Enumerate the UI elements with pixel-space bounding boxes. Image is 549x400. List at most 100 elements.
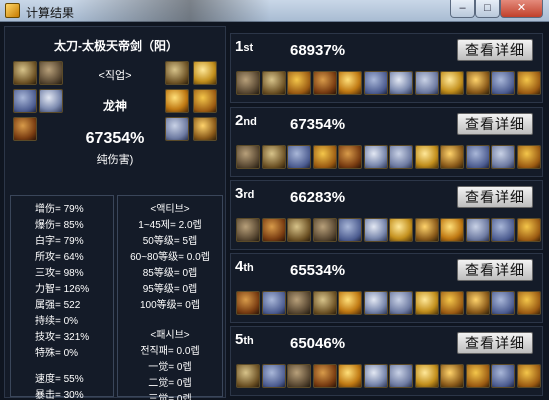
equipment-slot-icon[interactable] [363,218,388,242]
rank-panel-2: 2nd 67354% 查看详细 [230,107,543,177]
equipment-slot-icon[interactable] [312,218,337,242]
rank-equipment-row [236,218,541,244]
equipment-slot-icon[interactable] [516,291,541,315]
equipment-slot-icon[interactable] [440,364,464,388]
equipment-slot-icon[interactable] [414,364,439,388]
equipment-slot-icon[interactable] [516,71,541,95]
equipment-slot-icon[interactable] [389,71,413,95]
equipment-slot-icon[interactable] [261,218,286,242]
rank-panel-1: 1st 68937% 查看详细 [230,33,543,103]
stat-row: 持续= 0% [35,316,79,327]
equipment-slot-icon[interactable] [465,218,490,242]
rank-damage-percent: 67354% [290,116,346,133]
equipment-slot-icon[interactable] [261,145,286,169]
character-name: 太刀-太极天帝剑（阳） [54,39,178,53]
equipment-slot-icon[interactable] [236,71,260,95]
skill-row: 전직패= 0.0렙 [140,346,200,357]
equipment-slot-icon[interactable] [389,145,413,169]
character-equipment-slot-icon[interactable] [165,117,189,141]
equipment-slot-icon[interactable] [465,71,490,95]
equipment-slot-icon[interactable] [287,291,311,315]
character-equipment-slot-icon[interactable] [165,89,189,113]
view-details-button[interactable]: 查看详细 [457,113,533,135]
rank-number: 2nd [235,112,257,129]
equipment-slot-icon[interactable] [389,218,413,242]
character-equipment-slot-icon[interactable] [13,117,37,141]
equipment-slot-icon[interactable] [363,291,388,315]
equipment-slot-icon[interactable] [414,218,439,242]
equipment-slot-icon[interactable] [465,364,490,388]
equipment-slot-icon[interactable] [312,291,337,315]
equipment-slot-icon[interactable] [465,145,490,169]
equipment-slot-icon[interactable] [261,71,286,95]
equipment-slot-icon[interactable] [261,364,286,388]
close-button[interactable]: ✕ [500,0,543,18]
equipment-slot-icon[interactable] [440,71,464,95]
equipment-slot-icon[interactable] [338,364,362,388]
equipment-slot-icon[interactable] [236,291,260,315]
equipment-slot-icon[interactable] [363,364,388,388]
equipment-slot-icon[interactable] [491,291,515,315]
equipment-slot-icon[interactable] [287,71,311,95]
equipment-slot-icon[interactable] [363,145,388,169]
equipment-slot-icon[interactable] [338,145,362,169]
character-equipment-slot-icon[interactable] [165,61,189,85]
equipment-slot-icon[interactable] [516,218,541,242]
rank-damage-percent: 65534% [290,262,346,279]
equipment-slot-icon[interactable] [236,364,260,388]
minimize-button[interactable]: – [450,0,475,18]
equipment-slot-icon[interactable] [287,145,311,169]
character-equipment-slot-icon[interactable] [39,61,63,85]
character-equipment-slot-icon[interactable] [13,89,37,113]
equipment-slot-icon[interactable] [516,145,541,169]
equipment-slot-icon[interactable] [491,71,515,95]
rank-panel-4: 4th 65534% 查看详细 [230,253,543,323]
character-equipment-slot-icon[interactable] [193,61,217,85]
equipment-slot-icon[interactable] [312,71,337,95]
equipment-slot-icon[interactable] [491,145,515,169]
stat-row: 速度= 55% [35,374,84,385]
equipment-slot-icon[interactable] [491,218,515,242]
maximize-button[interactable]: □ [475,0,500,18]
equipment-slot-icon[interactable] [338,291,362,315]
equipment-slot-icon[interactable] [516,364,541,388]
stat-row: 属强= 522 [35,300,81,311]
stat-row: 技攻= 321% [35,332,90,343]
job-header: <직업> [98,70,132,82]
equipment-slot-icon[interactable] [312,145,337,169]
equipment-slot-icon[interactable] [338,71,362,95]
equipment-slot-icon[interactable] [414,71,439,95]
equipment-slot-icon[interactable] [236,145,260,169]
equipment-slot-icon[interactable] [261,291,286,315]
stats-box: 增伤= 79% 爆伤= 85% 白字= 79% 所攻= 64% 三攻= 98% … [10,195,114,400]
equipment-slot-icon[interactable] [491,364,515,388]
character-equipment-slot-icon[interactable] [13,61,37,85]
stat-row: 力智= 126% [35,284,90,295]
equipment-slot-icon[interactable] [389,364,413,388]
equipment-slot-icon[interactable] [414,291,439,315]
stat-row: 特殊= 0% [35,348,79,359]
equipment-slot-icon[interactable] [287,218,311,242]
equipment-slot-icon[interactable] [465,291,490,315]
equipment-slot-icon[interactable] [287,364,311,388]
character-equipment-slot-icon[interactable] [193,117,217,141]
character-equipment-slot-icon[interactable] [193,89,217,113]
view-details-button[interactable]: 查看详细 [457,332,533,354]
stat-row: 白字= 79% [35,236,84,247]
equipment-slot-icon[interactable] [440,218,464,242]
rank-number: 4th [235,258,254,275]
equipment-slot-icon[interactable] [414,145,439,169]
equipment-slot-icon[interactable] [440,291,464,315]
rank-damage-percent: 65046% [290,335,346,352]
equipment-slot-icon[interactable] [312,364,337,388]
view-details-button[interactable]: 查看详细 [457,186,533,208]
equipment-slot-icon[interactable] [338,218,362,242]
character-equipment-slot-icon[interactable] [39,89,63,113]
equipment-slot-icon[interactable] [389,291,413,315]
view-details-button[interactable]: 查看详细 [457,39,533,61]
view-details-button[interactable]: 查看详细 [457,259,533,281]
equipment-slot-icon[interactable] [363,71,388,95]
rank-panel-5: 5th 65046% 查看详细 [230,326,543,396]
equipment-slot-icon[interactable] [440,145,464,169]
equipment-slot-icon[interactable] [236,218,260,242]
